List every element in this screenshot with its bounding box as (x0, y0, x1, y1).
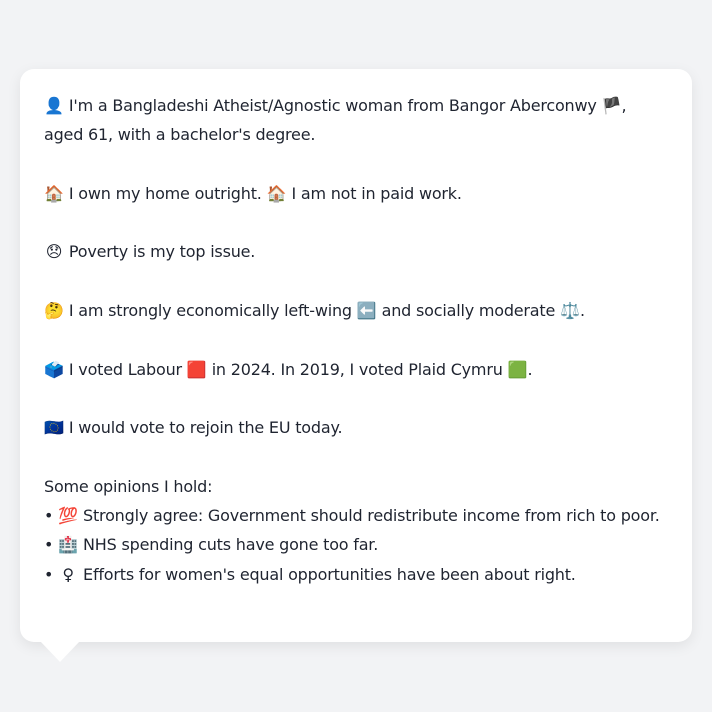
housing-paragraph: 🏠 I own my home outright. 🏠 I am not in … (44, 179, 668, 208)
scales-icon: ⚖️ (560, 301, 580, 321)
opinion-item: • 🏥 NHS spending cuts have gone too far. (44, 530, 668, 559)
hundred-points-icon: 💯 (58, 506, 78, 526)
votes-paragraph: 🗳️ I voted Labour 🟥 in 2024. In 2019, I … (44, 355, 668, 384)
persona-speech-bubble: 👤 I'm a Bangladeshi Atheist/Agnostic wom… (20, 69, 692, 642)
eu-text: I would vote to rejoin the EU today. (68, 418, 343, 438)
housing-text: I own my home outright. (68, 183, 262, 203)
social-text: and socially moderate (381, 301, 556, 321)
bullet: • (44, 564, 54, 584)
eu-paragraph: 🇪🇺 I would vote to rejoin the EU today. (44, 413, 668, 442)
period: . (527, 359, 533, 379)
speech-bubble-tail (40, 641, 80, 662)
opinion-item: • ♀ Efforts for women's equal opportunit… (44, 560, 668, 589)
intro-paragraph: 👤 I'm a Bangladeshi Atheist/Agnostic wom… (44, 91, 668, 150)
opinion-text: Efforts for women's equal opportunities … (83, 564, 576, 584)
eu-flag-icon: 🇪🇺 (44, 418, 64, 438)
opinions-heading: Some opinions I hold: (44, 476, 213, 496)
house-icon: 🏠 (266, 183, 287, 203)
left-arrow-icon: ⬅️ (356, 301, 377, 321)
person-icon: 👤 (44, 96, 64, 115)
opinion-text: NHS spending cuts have gone too far. (83, 535, 379, 555)
bullet: • (44, 506, 54, 526)
issue-text: Poverty is my top issue. (68, 242, 256, 262)
opinion-text: Strongly agree: Government should redist… (83, 506, 660, 526)
female-sign-icon: ♀ (62, 564, 74, 584)
work-text: I am not in paid work. (291, 183, 462, 203)
period: . (580, 301, 585, 321)
green-square-icon: 🟩 (507, 359, 528, 379)
wales-flag-icon: 🏴 (601, 96, 622, 115)
issue-paragraph: 😞 Poverty is my top issue. (44, 237, 668, 266)
thinking-face-icon: 🤔 (44, 301, 64, 321)
hospital-icon: 🏥 (58, 535, 78, 555)
opinion-item: • 💯 Strongly agree: Government should re… (44, 501, 668, 530)
intro-text: I'm a Bangladeshi Atheist/Agnostic woman… (68, 96, 597, 115)
ballot-box-icon: 🗳️ (44, 359, 64, 379)
economic-text: I am strongly economically left-wing (68, 301, 352, 321)
ideology-paragraph: 🤔 I am strongly economically left-wing ⬅… (44, 296, 668, 325)
red-square-icon: 🟥 (186, 359, 207, 379)
disappointed-face-icon: 😞 (45, 242, 63, 262)
house-icon: 🏠 (44, 183, 64, 203)
vote-2019-text: in 2024. In 2019, I voted Plaid Cymru (211, 359, 503, 379)
bullet: • (44, 535, 54, 555)
vote-2024-text: I voted Labour (68, 359, 182, 379)
